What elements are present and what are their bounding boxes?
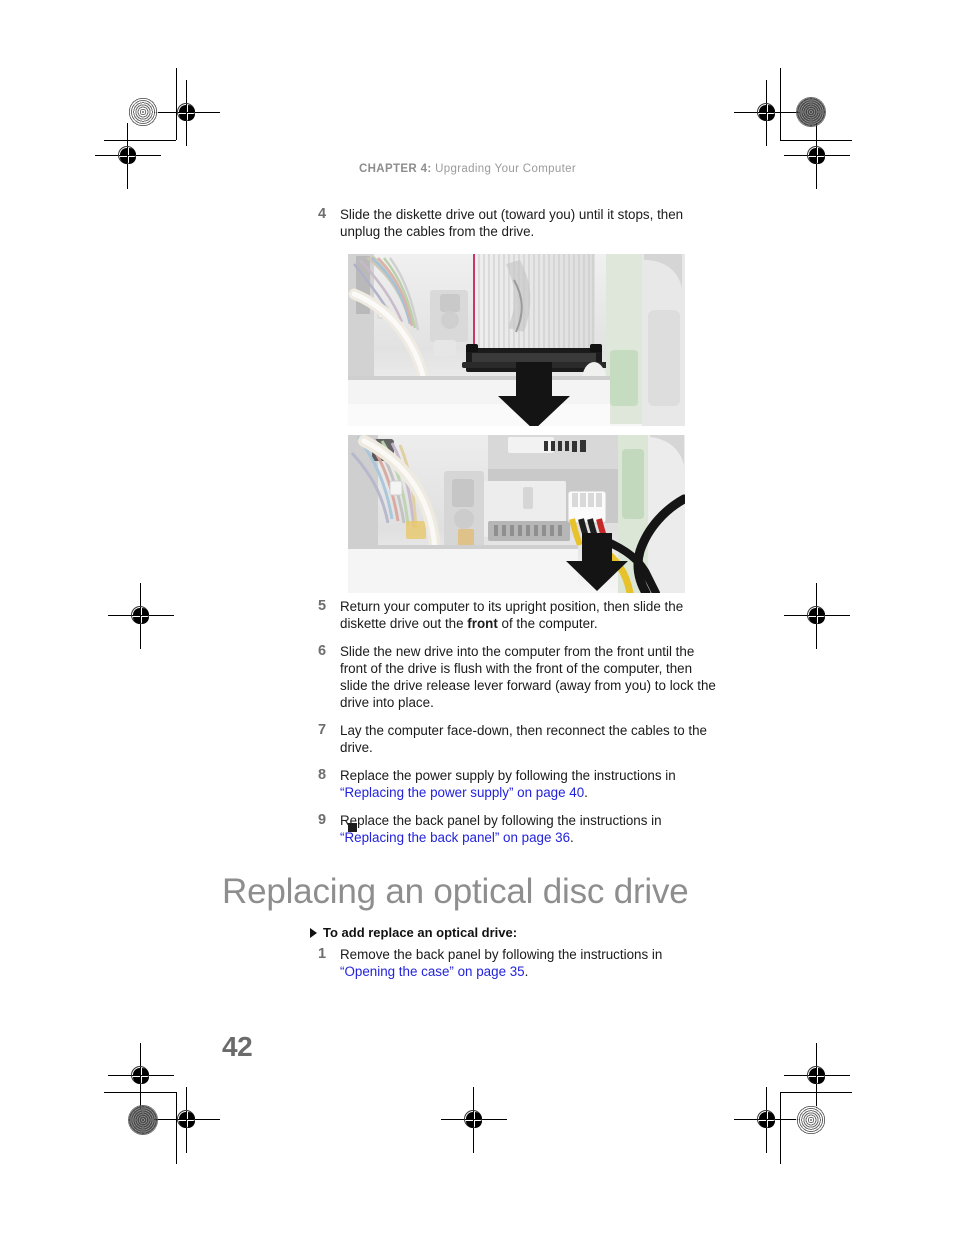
step-list-top: 4 Slide the diskette drive out (toward y… xyxy=(318,206,718,251)
step-text: Remove the back panel by following the i… xyxy=(340,946,718,980)
step-text: Return your computer to its upright posi… xyxy=(340,598,718,632)
step-text-part: of the computer. xyxy=(497,616,598,631)
halftone-patch-bottom-left xyxy=(128,1105,158,1135)
procedure-heading: To add replace an optical drive: xyxy=(310,925,517,940)
registration-mark-top-right-outer xyxy=(734,80,800,146)
step-text: Replace the power supply by following th… xyxy=(340,767,718,801)
diskette-drive-ribbon-cable-photo xyxy=(348,254,685,426)
diskette-drive-power-cable-photo xyxy=(348,435,685,593)
running-head-title: Upgrading Your Computer xyxy=(435,163,577,175)
page-title: Replacing an optical disc drive xyxy=(222,872,689,911)
running-head-chapter: CHAPTER 4: xyxy=(359,163,432,175)
triangle-bullet-icon xyxy=(310,927,317,938)
step-text-part: Replace the power supply by following th… xyxy=(340,768,676,783)
halftone-patch-bottom-right xyxy=(796,1105,826,1135)
list-item: 5 Return your computer to its upright po… xyxy=(318,598,718,632)
step-text-part: Replace the back panel by following the … xyxy=(340,813,662,828)
step-number: 5 xyxy=(318,598,327,614)
list-item: 6 Slide the new drive into the computer … xyxy=(318,643,718,711)
step-text-part: . xyxy=(524,964,529,979)
procedure-heading-label: To add replace an optical drive: xyxy=(323,925,518,940)
registration-mark-middle-left xyxy=(108,583,174,649)
step-number: 4 xyxy=(318,206,327,222)
halftone-patch-top-right xyxy=(796,97,826,127)
registration-mark-bottom-center xyxy=(441,1087,507,1153)
cross-reference-link-opening-the-case[interactable]: “Opening the case” on page 35 xyxy=(340,964,525,979)
step-text: Slide the diskette drive out (toward you… xyxy=(340,207,684,239)
registration-mark-top-left-outer xyxy=(154,80,220,146)
cross-reference-link-replacing-power-supply[interactable]: “Replacing the power supply” on page 40 xyxy=(340,785,584,800)
list-item: 8 Replace the power supply by following … xyxy=(318,767,718,801)
step-number: 1 xyxy=(318,946,327,962)
step-number: 8 xyxy=(318,767,327,783)
step-number: 7 xyxy=(318,722,327,738)
registration-mark-bottom-right-inner xyxy=(734,1087,800,1153)
step-text: Lay the computer face-down, then reconne… xyxy=(340,723,707,755)
halftone-patch-top-left xyxy=(128,97,158,127)
page-number: 42 xyxy=(222,1031,253,1062)
step-number: 6 xyxy=(318,643,327,659)
registration-mark-bottom-left-outer xyxy=(154,1087,220,1153)
figure-group xyxy=(348,254,685,593)
list-item: 7 Lay the computer face-down, then recon… xyxy=(318,722,718,756)
registration-mark-top-left-inner xyxy=(95,123,161,189)
registration-mark-top-right-inner xyxy=(784,123,850,189)
step-list-bottom: 1 Remove the back panel by following the… xyxy=(318,946,718,991)
end-of-procedure-marker xyxy=(348,823,357,832)
running-head: CHAPTER 4: Upgrading Your Computer xyxy=(359,163,576,175)
list-item: 9 Replace the back panel by following th… xyxy=(318,812,718,846)
step-text-part: Remove the back panel by following the i… xyxy=(340,947,663,962)
step-text-part: . xyxy=(584,785,588,800)
registration-mark-bottom-left-inner xyxy=(108,1043,174,1109)
document-page: CHAPTER 4: Upgrading Your Computer 4 Sli… xyxy=(0,0,954,1235)
step-list-middle: 5 Return your computer to its upright po… xyxy=(318,598,718,857)
registration-mark-middle-right xyxy=(784,583,850,649)
cross-reference-link-replacing-back-panel[interactable]: “Replacing the back panel” on page 36 xyxy=(340,830,570,845)
step-text: Slide the new drive into the computer fr… xyxy=(340,644,716,710)
step-number: 9 xyxy=(318,812,327,828)
step-text: Replace the back panel by following the … xyxy=(340,812,718,846)
step-text-bold: front xyxy=(467,616,498,631)
list-item: 1 Remove the back panel by following the… xyxy=(318,946,718,980)
step-text-part: . xyxy=(570,830,574,845)
list-item: 4 Slide the diskette drive out (toward y… xyxy=(318,206,718,240)
registration-mark-bottom-right-outer xyxy=(784,1043,850,1109)
